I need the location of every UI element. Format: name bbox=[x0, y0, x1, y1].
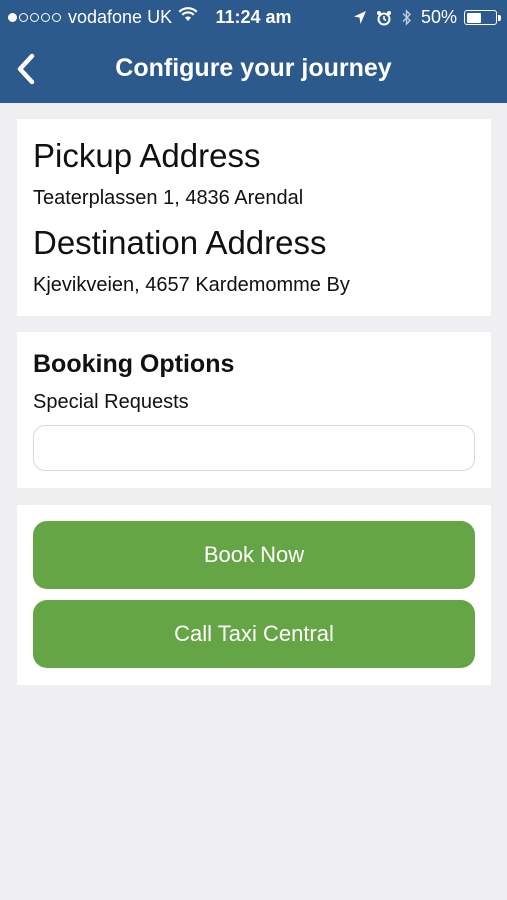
booking-options-title: Booking Options bbox=[33, 350, 235, 378]
battery-icon bbox=[464, 10, 501, 25]
bluetooth-icon bbox=[401, 9, 412, 26]
address-card: Pickup Address Teaterplassen 1, 4836 Are… bbox=[17, 119, 491, 316]
pickup-address-heading: Pickup Address bbox=[33, 137, 261, 174]
navigation-bar: Configure your journey bbox=[0, 36, 507, 103]
status-right: 50% bbox=[344, 7, 501, 28]
call-taxi-central-button[interactable]: Call Taxi Central bbox=[33, 600, 475, 668]
special-requests-label: Special Requests bbox=[33, 391, 189, 413]
special-requests-input[interactable] bbox=[33, 425, 475, 471]
destination-address-heading: Destination Address bbox=[33, 224, 327, 261]
actions-card: Book Now Call Taxi Central bbox=[17, 505, 491, 685]
book-now-button[interactable]: Book Now bbox=[33, 521, 475, 589]
location-arrow-icon bbox=[353, 10, 367, 25]
alarm-clock-icon bbox=[376, 10, 392, 26]
battery-percent: 50% bbox=[420, 7, 457, 27]
status-bar: vodafone UK 11:24 am 50% bbox=[0, 0, 507, 36]
booking-options-card: Booking Options Special Requests bbox=[17, 332, 491, 488]
destination-address-value: Kjevikveien, 4657 Kardemomme By bbox=[33, 274, 350, 296]
page-title: Configure your journey bbox=[115, 54, 392, 82]
pickup-address-value: Teaterplassen 1, 4836 Arendal bbox=[33, 187, 304, 209]
